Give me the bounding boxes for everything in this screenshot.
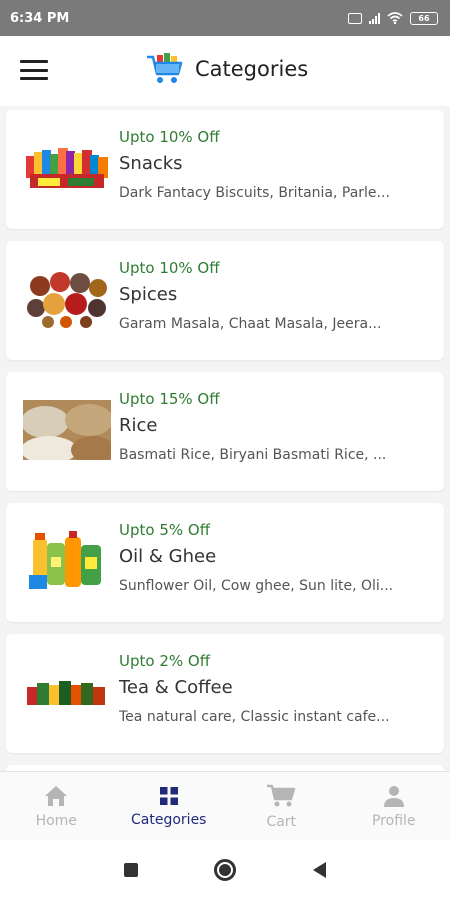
nav-profile-label: Profile <box>371 812 416 829</box>
page-title: Categories <box>195 57 309 81</box>
category-name: Tea & Coffee <box>119 677 233 698</box>
category-name: Spices <box>119 284 178 305</box>
category-items: Garam Masala, Chaat Masala, Jeera... <box>119 316 382 332</box>
category-items: Dark Fantacy Biscuits, Britania, Parle..… <box>119 185 390 201</box>
battery-icon: 66 <box>410 11 438 25</box>
recents-button[interactable] <box>84 840 178 900</box>
category-name: Snacks <box>119 153 183 174</box>
discount-label: Upto 15% Off <box>119 390 220 408</box>
category-name: Rice <box>119 415 158 436</box>
discount-label: Upto 2% Off <box>119 652 211 670</box>
category-list: Upto 10% Off Snacks Dark Fantacy Biscuit… <box>0 106 450 771</box>
home-button[interactable] <box>178 840 272 900</box>
nav-profile[interactable]: Profile <box>338 772 450 840</box>
category-card-oil-ghee[interactable]: Upto 5% Off Oil & Ghee Sunflower Oil, Co… <box>6 503 444 622</box>
nav-cart[interactable]: Cart <box>225 772 338 840</box>
status-icons: 66 <box>348 11 438 25</box>
rice-image <box>22 390 112 470</box>
wifi-icon <box>387 12 403 24</box>
person-icon <box>383 785 404 807</box>
nav-home-label: Home <box>35 812 77 829</box>
spices-image <box>22 259 112 339</box>
discount-label: Upto 5% Off <box>119 521 211 539</box>
category-items: Tea natural care, Classic instant cafe..… <box>119 709 390 725</box>
sim-icon <box>348 12 362 24</box>
signal-icon <box>369 12 380 24</box>
status-bar: 6:34 PM 66 <box>0 0 450 36</box>
shopping-cart-logo-icon <box>147 53 183 83</box>
grid-icon <box>159 786 178 805</box>
category-items: Basmati Rice, Biryani Basmati Rice, ... <box>119 447 387 463</box>
nav-cart-label: Cart <box>266 813 297 830</box>
home-circle-icon <box>214 859 236 881</box>
nav-home[interactable]: Home <box>0 772 113 840</box>
battery-level: 66 <box>418 13 430 23</box>
discount-label: Upto 10% Off <box>119 259 220 277</box>
category-name: Oil & Ghee <box>119 546 217 567</box>
android-nav-bar <box>0 840 450 900</box>
status-time: 6:34 PM <box>10 10 70 26</box>
oil-ghee-image <box>22 521 112 601</box>
category-items: Sunflower Oil, Cow ghee, Sun lite, Oli..… <box>119 578 394 594</box>
nav-categories[interactable]: Categories <box>113 772 226 840</box>
discount-label: Upto 10% Off <box>119 128 220 146</box>
snacks-image <box>22 128 112 208</box>
back-button[interactable] <box>272 840 366 900</box>
recents-icon <box>124 863 138 877</box>
header-brand: Categories <box>145 52 308 86</box>
cart-icon <box>267 784 296 806</box>
category-card-tea-coffee[interactable]: Upto 2% Off Tea & Coffee Tea natural car… <box>6 634 444 753</box>
hamburger-menu-icon[interactable] <box>20 60 48 80</box>
back-triangle-icon <box>312 862 326 878</box>
tea-coffee-image <box>22 652 112 732</box>
app-header: Categories <box>0 36 450 106</box>
home-icon <box>45 785 68 806</box>
category-card-spices[interactable]: Upto 10% Off Spices Garam Masala, Chaat … <box>6 241 444 360</box>
bottom-nav: Home Categories Cart Profile <box>0 771 450 840</box>
nav-categories-label: Categories <box>131 811 207 828</box>
category-card-snacks[interactable]: Upto 10% Off Snacks Dark Fantacy Biscuit… <box>6 110 444 229</box>
category-card-rice[interactable]: Upto 15% Off Rice Basmati Rice, Biryani … <box>6 372 444 491</box>
